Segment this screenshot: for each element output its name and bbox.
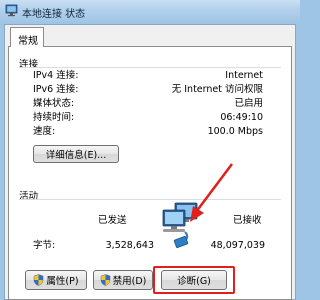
speed-value: 100.0 Mbps (207, 126, 263, 137)
bytes-received-value: 48,097,039 (210, 240, 265, 251)
ipv6-value: 无 Internet 访问权限 (171, 84, 263, 95)
sent-label: 已发送 (98, 215, 127, 226)
duration-label: 持续时间: (33, 112, 75, 123)
properties-button-label: 属性(P) (46, 276, 79, 287)
properties-button[interactable]: 属性(P) (25, 270, 87, 290)
disable-button[interactable]: 禁用(D) (93, 270, 153, 290)
details-button[interactable]: 详细信息(E)... (33, 145, 119, 163)
bytes-label: 字节: (33, 240, 56, 251)
uac-shield-icon (34, 274, 44, 286)
network-connection-icon (5, 4, 18, 17)
ipv4-value: Internet (225, 70, 263, 81)
window-title: 本地连接 状态 (22, 9, 86, 20)
media-state-label: 媒体状态: (33, 98, 75, 109)
disable-button-label: 禁用(D) (112, 276, 147, 287)
speed-label: 速度: (33, 126, 56, 137)
ipv6-label: IPv6 连接: (33, 84, 79, 95)
diagnose-highlight-box (153, 266, 235, 294)
uac-shield-icon (100, 274, 110, 286)
duration-value: 06:49:10 (220, 112, 263, 123)
annotation-arrow (190, 163, 233, 222)
activity-divider (19, 199, 281, 200)
tab-general-label: 常规 (18, 36, 38, 47)
bytes-sent-value: 3,528,643 (105, 240, 154, 251)
media-state-value: 已启用 (234, 98, 263, 109)
tab-general[interactable]: 常规 (10, 27, 44, 47)
connection-divider (19, 67, 281, 68)
ipv4-label: IPv4 连接: (33, 70, 79, 81)
